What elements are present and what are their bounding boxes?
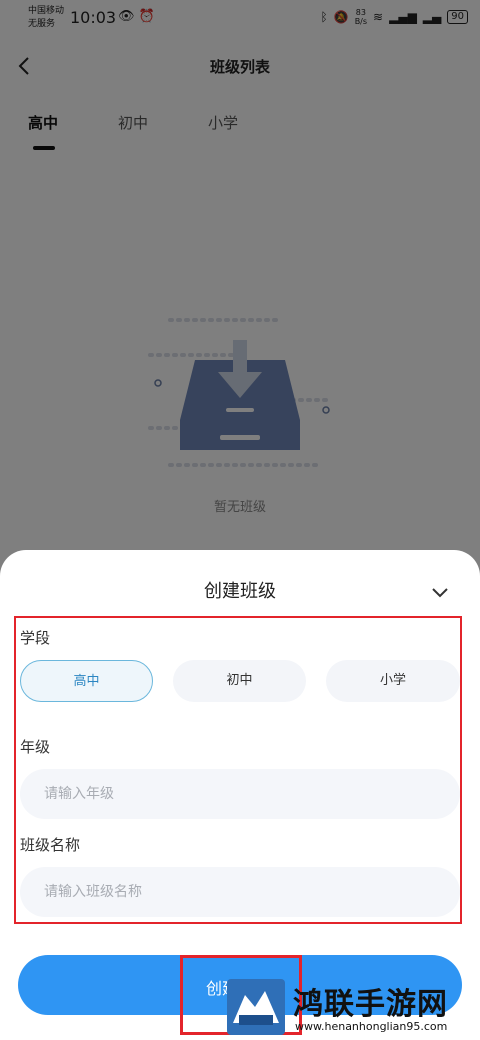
stage-option-primary[interactable]: 小学 xyxy=(326,660,460,702)
class-name-input[interactable]: 请输入班级名称 xyxy=(20,867,460,917)
chevron-down-icon[interactable] xyxy=(430,586,450,600)
watermark: 鸿联手游网 www.henanhonglian95.com xyxy=(225,977,475,1037)
stage-option-junior-high[interactable]: 初中 xyxy=(173,660,306,702)
grade-label: 年级 xyxy=(20,738,51,756)
bull-logo-icon xyxy=(227,979,285,1035)
stage-option-senior-high[interactable]: 高中 xyxy=(20,660,153,702)
sheet-title: 创建班级 xyxy=(204,581,276,602)
screen: 中国移动 无服务 10:03 👁⏰ ᛒ 🔕 83 B/s ≋ ▂▄▆ ▂▄ 90… xyxy=(0,0,480,1040)
watermark-title: 鸿联手游网 xyxy=(293,987,448,1022)
stage-label: 学段 xyxy=(20,629,51,647)
grade-input[interactable]: 请输入年级 xyxy=(20,769,460,819)
class-name-label: 班级名称 xyxy=(20,836,81,854)
watermark-url: www.henanhonglian95.com xyxy=(295,1020,448,1033)
create-class-sheet: 创建班级 学段 高中 初中 小学 年级 请输入年级 班级名称 请输入班级名称 创… xyxy=(0,550,480,1040)
